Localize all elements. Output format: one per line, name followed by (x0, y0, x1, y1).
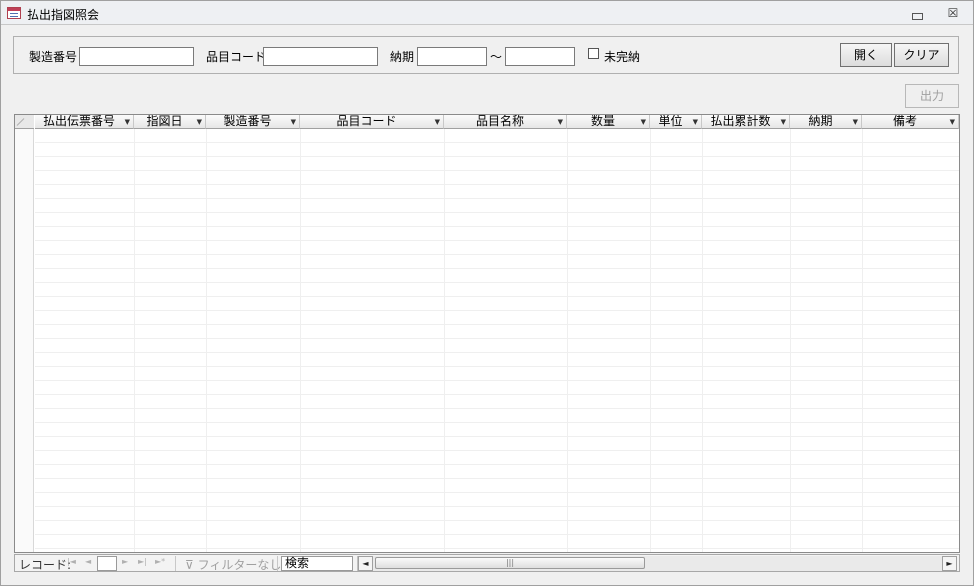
column-divider (650, 129, 651, 552)
next-record-icon[interactable]: ► (122, 557, 128, 566)
form-icon (7, 7, 21, 19)
column-header-quantity[interactable]: 数量 ▼ (567, 115, 650, 129)
incomplete-label: 未完納 (604, 50, 641, 64)
dropdown-icon[interactable]: ▼ (291, 116, 296, 128)
window-title: 払出指図照会 (27, 8, 100, 22)
nav-separator (277, 556, 278, 571)
column-header-due-date[interactable]: 納期 ▼ (790, 115, 862, 129)
column-header-remarks[interactable]: 備考 ▼ (862, 115, 959, 129)
column-divider (206, 129, 207, 552)
scroll-left-icon[interactable]: ◄ (358, 556, 373, 571)
hinmoku-label: 品目コード (206, 50, 267, 64)
output-button[interactable]: 出力 (905, 84, 959, 108)
search-criteria-panel: 製造番号 品目コード 納期 ～ 未完納 開く クリア (13, 36, 959, 74)
column-divider (790, 129, 791, 552)
last-record-icon[interactable]: ►| (138, 557, 147, 566)
select-all-corner[interactable] (15, 115, 34, 129)
record-label: レコード: (19, 558, 72, 572)
dropdown-icon[interactable]: ▼ (558, 116, 563, 128)
open-button[interactable]: 開く (840, 43, 892, 67)
filter-toggle[interactable]: ⊽ フィルターなし (185, 556, 281, 573)
datasheet-rows (35, 129, 959, 552)
scroll-right-icon[interactable]: ► (942, 556, 957, 571)
record-navigation-bar: レコード: |◄ ◄ ► ►| ►* ⊽ フィルターなし 検索 ◄ ||| ► (14, 554, 960, 572)
dropdown-icon[interactable]: ▼ (781, 116, 786, 128)
due-date-to-input[interactable] (505, 47, 575, 66)
column-divider (567, 129, 568, 552)
seizo-label: 製造番号 (29, 50, 78, 64)
column-header-unit[interactable]: 単位 ▼ (650, 115, 702, 129)
column-header-seizo-number[interactable]: 製造番号 ▼ (206, 115, 300, 129)
search-box[interactable]: 検索 (281, 556, 353, 571)
incomplete-checkbox[interactable] (588, 48, 599, 59)
dropdown-icon[interactable]: ▼ (693, 116, 698, 128)
dropdown-icon[interactable]: ▼ (125, 116, 130, 128)
column-header-item-name[interactable]: 品目名称 ▼ (444, 115, 567, 129)
datasheet: 払出伝票番号 ▼ 指図日 ▼ 製造番号 ▼ 品目コード ▼ 品目名称 ▼ 数量 ▼ 単位 ▼ … (14, 114, 960, 553)
horizontal-scrollbar[interactable]: ◄ ||| ► (357, 556, 957, 571)
nav-separator (175, 556, 176, 571)
column-divider (702, 129, 703, 552)
prev-record-icon[interactable]: ◄ (85, 557, 91, 566)
title-bar: 払出指図照会 ☒ (1, 1, 973, 25)
clear-button[interactable]: クリア (894, 43, 949, 67)
column-header-sashizu-date[interactable]: 指図日 ▼ (134, 115, 206, 129)
dropdown-icon[interactable]: ▼ (197, 116, 202, 128)
seizo-number-input[interactable] (79, 47, 194, 66)
due-date-from-input[interactable] (417, 47, 487, 66)
minimize-icon[interactable] (909, 6, 925, 20)
column-divider (300, 129, 301, 552)
new-record-icon[interactable]: ►* (155, 557, 165, 566)
column-header-cumulative[interactable]: 払出累計数 ▼ (702, 115, 790, 129)
dropdown-icon[interactable]: ▼ (641, 116, 646, 128)
first-record-icon[interactable]: |◄ (67, 557, 76, 566)
column-header-item-code[interactable]: 品目コード ▼ (300, 115, 444, 129)
filter-off-icon: ⊽ (185, 558, 198, 572)
window: 払出指図照会 ☒ 製造番号 品目コード 納期 ～ 未完納 開く クリア 出力 払… (0, 0, 974, 586)
item-code-input[interactable] (263, 47, 378, 66)
dropdown-icon[interactable]: ▼ (950, 116, 955, 128)
column-divider (862, 129, 863, 552)
range-tilde: ～ (490, 50, 503, 64)
dropdown-icon[interactable]: ▼ (435, 116, 440, 128)
noki-label: 納期 (390, 50, 415, 64)
close-icon[interactable]: ☒ (945, 6, 961, 20)
scroll-thumb[interactable]: ||| (375, 557, 645, 569)
column-divider (134, 129, 135, 552)
record-number-input[interactable] (97, 556, 117, 571)
column-header-haraidashi-denpyo[interactable]: 払出伝票番号 ▼ (35, 115, 134, 129)
column-divider (444, 129, 445, 552)
record-selector-column[interactable] (15, 115, 34, 552)
dropdown-icon[interactable]: ▼ (853, 116, 858, 128)
